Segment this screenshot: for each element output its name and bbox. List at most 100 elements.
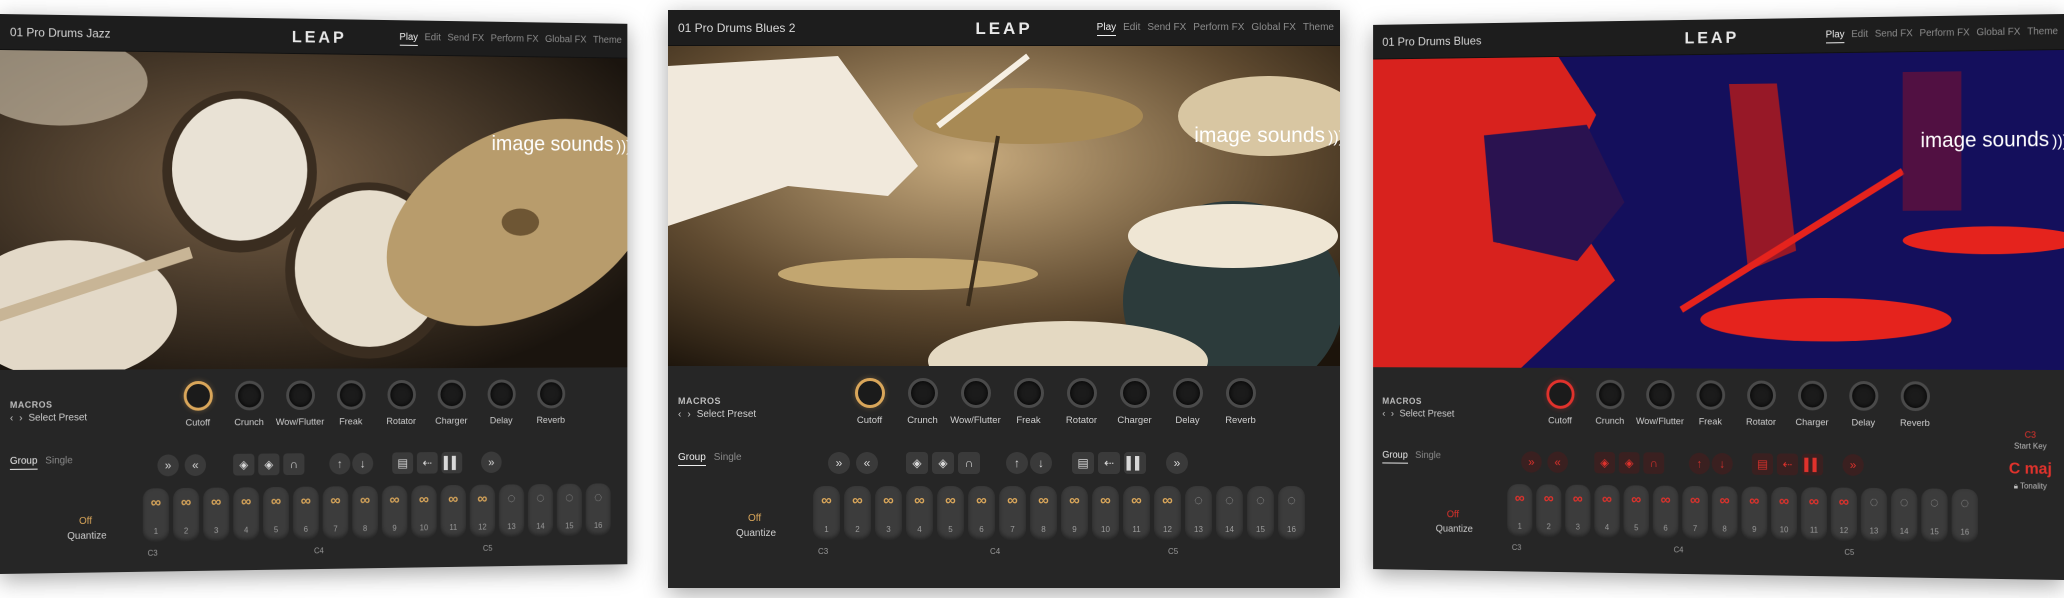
macro-knob-wow-flutter[interactable]: Wow/Flutter xyxy=(1635,380,1685,427)
forward-icon[interactable]: » xyxy=(481,451,502,474)
group-mode-tab[interactable]: Group xyxy=(9,455,38,470)
tab-edit[interactable]: Edit xyxy=(425,32,441,46)
pitch-down-icon[interactable]: ↓ xyxy=(1030,452,1052,474)
sample-pad[interactable]: ∞ 2 xyxy=(844,486,871,540)
tab-perform-fx[interactable]: Perform FX xyxy=(491,33,539,47)
sample-pad[interactable]: ∞ 10 xyxy=(1092,486,1119,540)
sample-pad[interactable]: ∞ 11 xyxy=(1123,486,1150,540)
pitch-down-icon[interactable]: ↓ xyxy=(352,452,374,475)
knob-dial[interactable] xyxy=(1013,378,1044,408)
macro-knob-wow-flutter[interactable]: Wow/Flutter xyxy=(949,378,1002,426)
sample-pad[interactable]: ∞ 1 xyxy=(1507,484,1533,537)
single-mode-tab[interactable]: Single xyxy=(1415,450,1441,464)
next-preset-icon[interactable]: › xyxy=(19,413,22,424)
sample-pad[interactable]: ∞ 10 xyxy=(1771,486,1798,541)
sample-pad[interactable]: ∞ 8 xyxy=(1711,486,1738,540)
waveform-icon[interactable]: ∩ xyxy=(1643,452,1665,474)
knob-dial[interactable] xyxy=(1746,380,1776,411)
sample-pad[interactable]: ◌ 14 xyxy=(1890,488,1918,542)
sample-pad[interactable]: ∞ 2 xyxy=(1536,484,1562,538)
forward-icon[interactable]: » xyxy=(1166,452,1188,474)
knob-dial[interactable] xyxy=(183,380,213,411)
tab-theme[interactable]: Theme xyxy=(593,35,622,49)
scatter-icon[interactable]: ⇠ xyxy=(1098,452,1120,474)
sample-pad[interactable]: ◌ 16 xyxy=(1951,488,1979,543)
knob-dial[interactable] xyxy=(1595,379,1624,410)
knob-dial[interactable] xyxy=(907,378,938,408)
sample-pad[interactable]: ∞ 4 xyxy=(1594,484,1620,538)
waveform-icon[interactable]: ∩ xyxy=(283,453,305,476)
grid-icon[interactable]: ▤ xyxy=(1751,453,1774,476)
sample-pad[interactable]: ∞ 1 xyxy=(813,486,840,540)
knob-dial[interactable] xyxy=(1225,378,1256,408)
knob-dial[interactable] xyxy=(487,379,516,409)
sample-pad[interactable]: ∞ 2 xyxy=(173,487,200,542)
knob-dial[interactable] xyxy=(285,380,315,411)
sample-pad[interactable]: ∞ 3 xyxy=(1565,484,1591,538)
prev-preset-icon[interactable]: ‹ xyxy=(10,413,13,424)
sample-pad[interactable]: ∞ 7 xyxy=(999,486,1026,540)
sample-pad[interactable]: ∞ 11 xyxy=(440,484,466,538)
backward-icon[interactable]: « xyxy=(184,454,207,477)
backward-icon[interactable]: « xyxy=(1547,451,1568,473)
sample-pad[interactable]: ∞ 12 xyxy=(469,484,496,538)
macro-knob-freak[interactable]: Freak xyxy=(1002,378,1055,426)
grid-icon[interactable]: ▤ xyxy=(392,452,414,474)
macro-knob-rotator[interactable]: Rotator xyxy=(1055,378,1108,426)
start-key-value[interactable]: C3 xyxy=(2005,430,2056,440)
sample-pad[interactable]: ∞ 9 xyxy=(381,485,408,539)
knob-dial[interactable] xyxy=(1119,378,1150,408)
pitch-down-icon[interactable]: ↓ xyxy=(1711,452,1733,475)
macro-knob-rotator[interactable]: Rotator xyxy=(376,379,426,427)
sample-pad[interactable]: ∞ 12 xyxy=(1154,486,1181,540)
pitch-up-icon[interactable]: ↑ xyxy=(329,452,351,475)
diamond-grid-icon[interactable]: ◈ xyxy=(1594,451,1615,474)
stop-icon[interactable]: ▌▌ xyxy=(1124,452,1146,474)
knob-dial[interactable] xyxy=(1797,380,1827,411)
sample-pad[interactable]: ◌ 15 xyxy=(556,483,582,537)
sample-pad[interactable]: ◌ 16 xyxy=(585,483,611,536)
knob-dial[interactable] xyxy=(960,378,991,408)
macro-knob-crunch[interactable]: Crunch xyxy=(1585,379,1635,427)
tab-edit[interactable]: Edit xyxy=(1123,22,1140,36)
diamond-grid-icon[interactable]: ◈ xyxy=(233,453,255,476)
prev-preset-icon[interactable]: ‹ xyxy=(678,409,681,420)
forward-icon[interactable]: » xyxy=(828,452,850,474)
sample-pad[interactable]: ∞ 6 xyxy=(1652,485,1679,539)
sample-pad[interactable]: ∞ 5 xyxy=(1623,485,1650,539)
sample-pad[interactable]: ∞ 3 xyxy=(875,486,902,540)
tab-play[interactable]: Play xyxy=(1096,22,1117,36)
tab-play[interactable]: Play xyxy=(399,31,418,46)
macro-knob-cutoff[interactable]: Cutoff xyxy=(1535,379,1585,426)
sample-pad[interactable]: ∞ 6 xyxy=(968,486,995,540)
knob-dial[interactable] xyxy=(234,380,264,411)
stop-icon[interactable]: ▌▌ xyxy=(441,451,463,474)
tab-send-fx[interactable]: Send FX xyxy=(1147,22,1186,36)
next-preset-icon[interactable]: › xyxy=(687,409,690,420)
sample-pad[interactable]: ◌ 13 xyxy=(1185,486,1212,540)
group-mode-tab[interactable]: Group xyxy=(1382,449,1408,464)
sample-pad[interactable]: ∞ 7 xyxy=(1682,485,1708,540)
macro-knob-freak[interactable]: Freak xyxy=(325,380,376,427)
forward-icon[interactable]: » xyxy=(1521,451,1542,473)
pitch-up-icon[interactable]: ↑ xyxy=(1006,452,1028,474)
tab-perform-fx[interactable]: Perform FX xyxy=(1920,27,1970,42)
knob-dial[interactable] xyxy=(1696,380,1725,410)
single-mode-tab[interactable]: Single xyxy=(45,455,72,469)
knob-dial[interactable] xyxy=(1172,378,1203,408)
macro-knob-reverb[interactable]: Reverb xyxy=(526,379,575,426)
knob-dial[interactable] xyxy=(386,379,416,410)
sample-pad[interactable]: ◌ 16 xyxy=(1278,486,1305,540)
diamond-dense-icon[interactable]: ◈ xyxy=(1618,452,1640,474)
knob-dial[interactable] xyxy=(1066,378,1097,408)
knob-dial[interactable] xyxy=(437,379,466,410)
sample-pad[interactable]: ∞ 5 xyxy=(263,486,290,541)
sample-pad[interactable]: ∞ 11 xyxy=(1800,487,1827,541)
macro-knob-reverb[interactable]: Reverb xyxy=(1889,381,1941,429)
sample-pad[interactable]: ∞ 10 xyxy=(411,485,437,539)
sample-pad[interactable]: ∞ 8 xyxy=(1030,486,1057,540)
lock-icon[interactable]: 🔒︎ xyxy=(2014,481,2018,490)
forward-icon[interactable]: » xyxy=(157,454,179,477)
macro-knob-delay[interactable]: Delay xyxy=(476,379,526,426)
scatter-icon[interactable]: ⇠ xyxy=(1776,453,1799,476)
